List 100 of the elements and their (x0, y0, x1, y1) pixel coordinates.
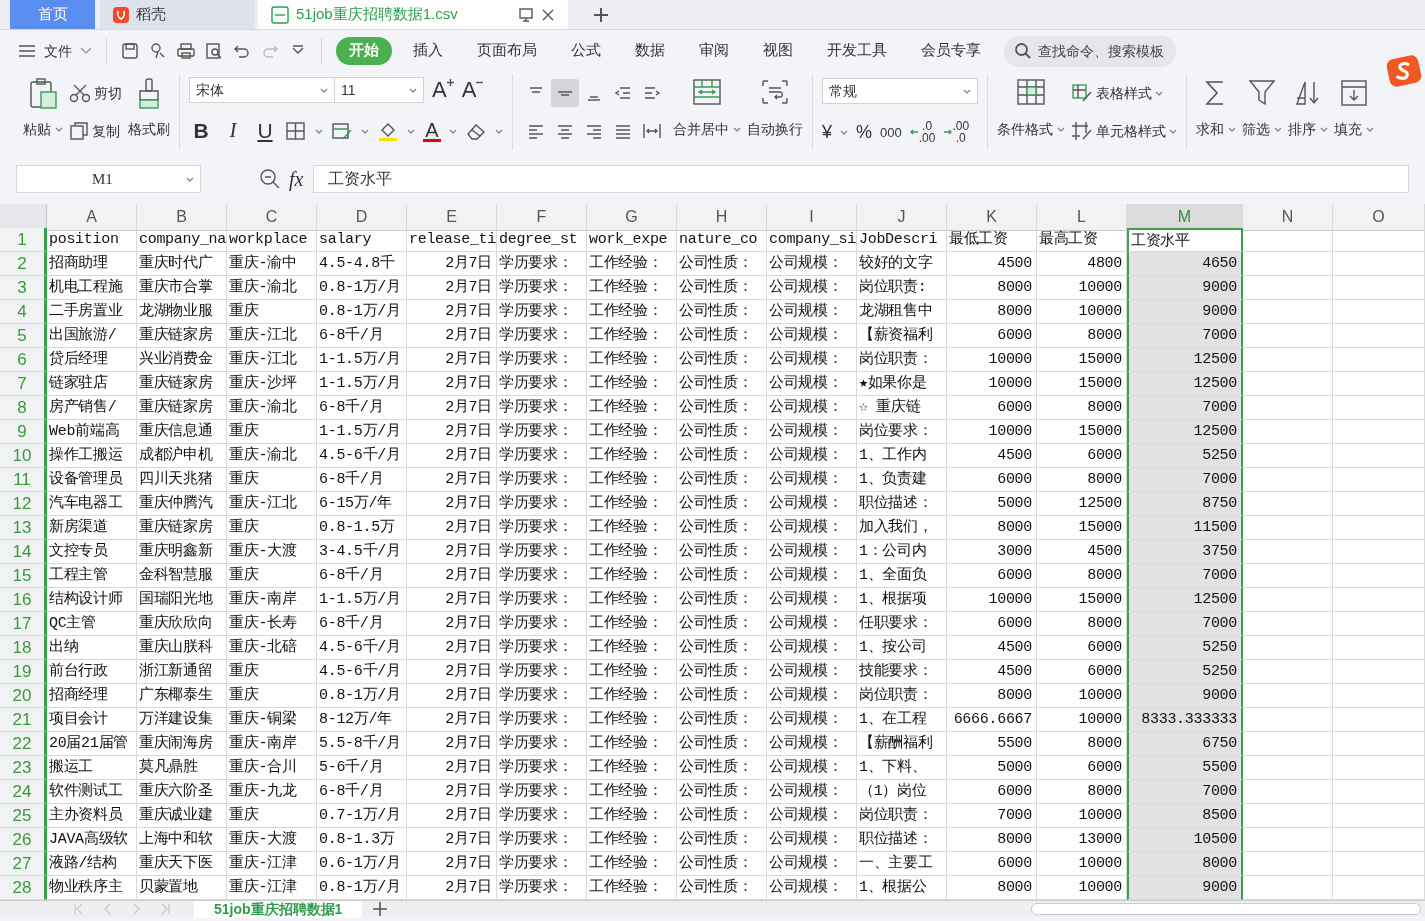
caret-icon[interactable] (1228, 126, 1236, 133)
table-cell: 公司性质： (677, 300, 767, 324)
table-cell: 9000 (1127, 876, 1243, 900)
caret-icon[interactable] (320, 86, 328, 94)
column-header[interactable]: K (947, 204, 1037, 231)
caret-icon[interactable] (1155, 89, 1163, 97)
table-cell: 学历要求： (497, 756, 587, 780)
copy-icon (69, 121, 89, 141)
underline-button[interactable]: U (253, 115, 277, 147)
paste-button[interactable]: 粘贴 (23, 74, 63, 140)
insert-function-button[interactable]: fx (289, 164, 304, 194)
thousands-separator-button[interactable]: 000 (880, 122, 902, 142)
borders-icon[interactable] (285, 121, 307, 142)
add-sheet-icon[interactable] (372, 901, 389, 917)
number-format-dropdown[interactable]: 常规 (822, 78, 978, 105)
save-icon[interactable] (121, 42, 139, 60)
italic-button[interactable]: I (221, 115, 245, 147)
table-style-button[interactable]: 表格样式 (1071, 78, 1177, 108)
column-header[interactable]: A (47, 204, 137, 231)
column-header[interactable]: J (857, 204, 947, 231)
column-header[interactable]: L (1037, 204, 1127, 231)
fill-button[interactable]: 填充 (1334, 74, 1374, 140)
table-cell: 公司规模： (767, 252, 857, 276)
table-cell: 岗位职责： (857, 804, 947, 828)
name-box[interactable]: M1 (16, 165, 201, 193)
conditional-format-button[interactable]: 条件格式 (997, 74, 1065, 140)
table-cell: 学历要求： (497, 348, 587, 372)
caret-icon[interactable] (55, 126, 63, 133)
font-size-dropdown[interactable]: 11 (334, 77, 424, 104)
ribbon-tab[interactable]: 公式 (558, 37, 614, 65)
decrease-decimal-button[interactable]: .00 .0 (943, 120, 970, 145)
caret-icon[interactable] (1274, 126, 1282, 133)
column-header[interactable]: E (407, 204, 497, 231)
increase-decimal-button[interactable]: .0 .00 (909, 120, 936, 145)
copy-button[interactable]: 复制 (69, 116, 122, 146)
increase-font-button[interactable]: A (432, 79, 454, 102)
column-header[interactable]: G (587, 204, 677, 231)
cell-style-button[interactable]: 单元格样式 (1071, 116, 1177, 146)
merge-center-button[interactable]: 合并居中 (673, 74, 741, 140)
document-tab[interactable]: 稻壳 (100, 0, 255, 29)
ribbon-tab[interactable]: 会员专享 (908, 37, 994, 65)
ribbon-tab[interactable]: 审阅 (686, 37, 742, 65)
column-header[interactable]: N (1243, 204, 1333, 231)
table-cell: 出国旅游/ (47, 324, 137, 348)
print-preview-icon[interactable] (205, 42, 223, 60)
ribbon-tab[interactable]: 页面布局 (464, 37, 550, 65)
column-header[interactable]: O (1333, 204, 1425, 231)
decrease-font-button[interactable]: A (461, 79, 484, 102)
table-cell: 3000 (947, 540, 1037, 564)
new-tab-plus-icon[interactable] (592, 5, 610, 24)
column-header[interactable]: C (227, 204, 317, 231)
column-header[interactable]: H (677, 204, 767, 231)
search-field[interactable]: 查找命令、搜索模板 (1004, 35, 1176, 67)
wrap-text-button[interactable]: 自动换行 (747, 74, 803, 140)
zoom-icon[interactable] (259, 168, 281, 190)
align-middle-icon[interactable] (551, 79, 579, 107)
bold-button[interactable]: B (189, 115, 213, 147)
ribbon-tab[interactable]: 数据 (622, 37, 678, 65)
sort-button[interactable]: 排序 (1288, 74, 1328, 140)
caret-icon[interactable] (495, 127, 503, 135)
caret-icon[interactable] (315, 127, 323, 135)
caret-icon[interactable] (840, 128, 848, 136)
ribbon-tab[interactable]: 视图 (750, 37, 806, 65)
caret-icon[interactable] (733, 126, 741, 133)
caret-icon[interactable] (409, 86, 417, 94)
formula-input[interactable]: 工资水平 (313, 165, 1409, 193)
table-cell: 1、下料、 (857, 756, 947, 780)
column-header[interactable]: I (767, 204, 857, 231)
number-style-button[interactable]: ¥ (822, 118, 832, 146)
monitor-icon[interactable] (518, 6, 534, 23)
filter-button[interactable]: 筛选 (1242, 74, 1282, 140)
caret-icon[interactable] (1366, 126, 1374, 133)
format-painter-button[interactable]: 格式刷 (128, 74, 170, 140)
horizontal-scrollbar[interactable] (1031, 903, 1421, 915)
caret-icon[interactable] (1169, 127, 1177, 135)
document-tab[interactable]: 51job重庆招聘数据1.csv (258, 0, 568, 29)
cell-fill-icon[interactable] (331, 121, 353, 142)
print-icon[interactable] (177, 42, 195, 60)
caret-icon[interactable] (186, 175, 194, 183)
number-style-button[interactable]: % (856, 118, 873, 146)
table-cell: 工作经验： (587, 684, 677, 708)
font-color-button[interactable]: A (423, 120, 441, 142)
caret-icon[interactable] (963, 87, 971, 95)
ribbon-tab[interactable]: 插入 (400, 37, 456, 65)
sum-button[interactable]: 求和 (1196, 74, 1236, 140)
column-header[interactable]: D (317, 204, 407, 231)
table-cell: 公司性质： (677, 588, 767, 612)
table-cell: 公司性质： (677, 732, 767, 756)
caret-icon[interactable] (361, 127, 369, 135)
caret-icon[interactable] (407, 127, 415, 135)
column-header[interactable]: F (497, 204, 587, 231)
caret-icon[interactable] (449, 127, 457, 135)
table-cell: 4500 (947, 444, 1037, 468)
cut-button[interactable]: 剪切 (69, 78, 122, 108)
caret-icon[interactable] (1320, 126, 1328, 133)
font-name-dropdown[interactable]: 宋体 (189, 77, 334, 104)
file-menu-button[interactable]: 文件 (18, 40, 92, 62)
column-header[interactable]: B (137, 204, 227, 231)
ribbon-tab[interactable]: 开发工具 (814, 37, 900, 65)
caret-icon[interactable] (1057, 126, 1065, 133)
